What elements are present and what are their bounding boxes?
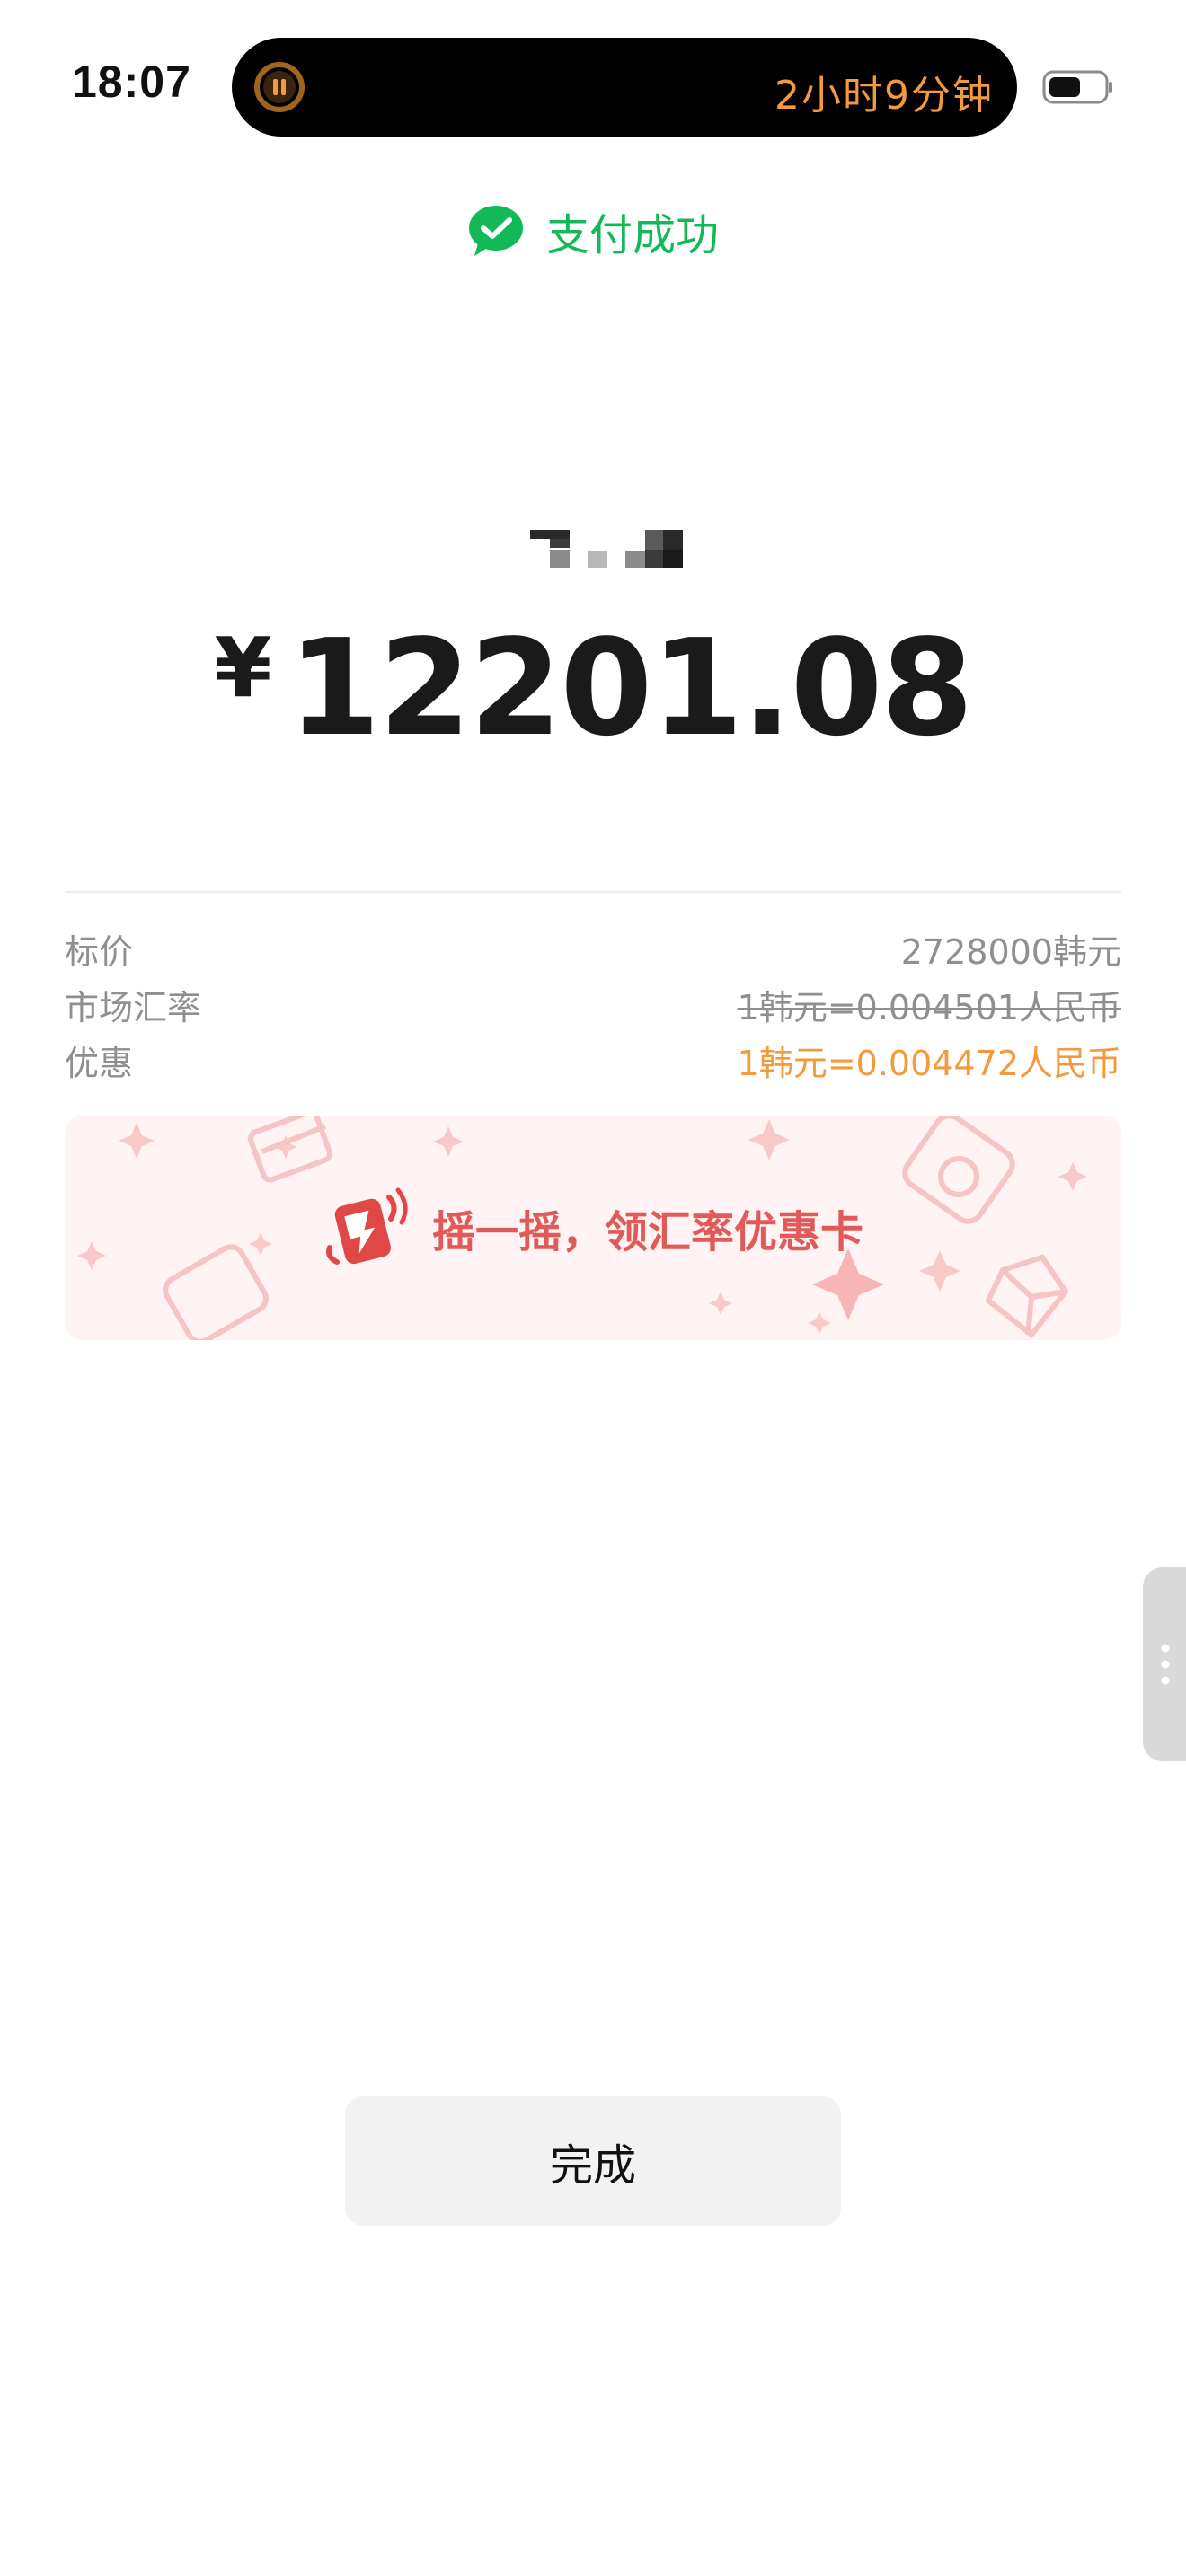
wechat-pay-check-icon bbox=[468, 206, 523, 256]
detail-row-market-rate: 市场汇率 1韩元=0.004501人民币 bbox=[65, 979, 1121, 1029]
vertical-dots-icon bbox=[1161, 1644, 1170, 1685]
pause-circle-icon[interactable] bbox=[253, 61, 305, 113]
detail-label: 标价 bbox=[65, 931, 134, 972]
dynamic-island[interactable]: 2小时9分钟 bbox=[232, 38, 1017, 137]
detail-label: 优惠 bbox=[65, 1043, 134, 1083]
detail-value-discount: 1韩元=0.004472人民币 bbox=[737, 1043, 1121, 1083]
promo-text: 摇一摇，领汇率优惠卡 bbox=[431, 1207, 863, 1257]
promo-content: 摇一摇，领汇率优惠卡 bbox=[65, 1116, 1121, 1340]
detail-label: 市场汇率 bbox=[65, 987, 202, 1028]
battery-icon bbox=[1042, 70, 1112, 104]
detail-row-discount: 优惠 1韩元=0.004472人民币 bbox=[65, 1035, 1121, 1085]
detail-value-strikethrough: 1韩元=0.004501人民币 bbox=[737, 987, 1121, 1028]
detail-value: 2728000韩元 bbox=[900, 931, 1121, 972]
currency-symbol: ¥ bbox=[214, 620, 272, 716]
payment-amount: ¥12201.08 bbox=[0, 611, 1186, 765]
payment-success-text: 支付成功 bbox=[545, 210, 719, 260]
pixelated-merchant-name bbox=[530, 530, 683, 568]
done-button[interactable]: 完成 bbox=[345, 2096, 841, 2226]
shake-promo-banner[interactable]: 摇一摇，领汇率优惠卡 bbox=[65, 1116, 1121, 1340]
amount-value: 12201.08 bbox=[288, 611, 973, 765]
divider bbox=[65, 891, 1121, 893]
shake-phone-icon bbox=[326, 1187, 408, 1265]
floating-side-handle[interactable] bbox=[1143, 1567, 1186, 1761]
payment-success-header: 支付成功 bbox=[0, 199, 1186, 262]
detail-row-list-price: 标价 2728000韩元 bbox=[65, 923, 1121, 974]
status-bar-time: 18:07 bbox=[72, 57, 191, 107]
live-activity-timer: 2小时9分钟 bbox=[774, 73, 994, 119]
